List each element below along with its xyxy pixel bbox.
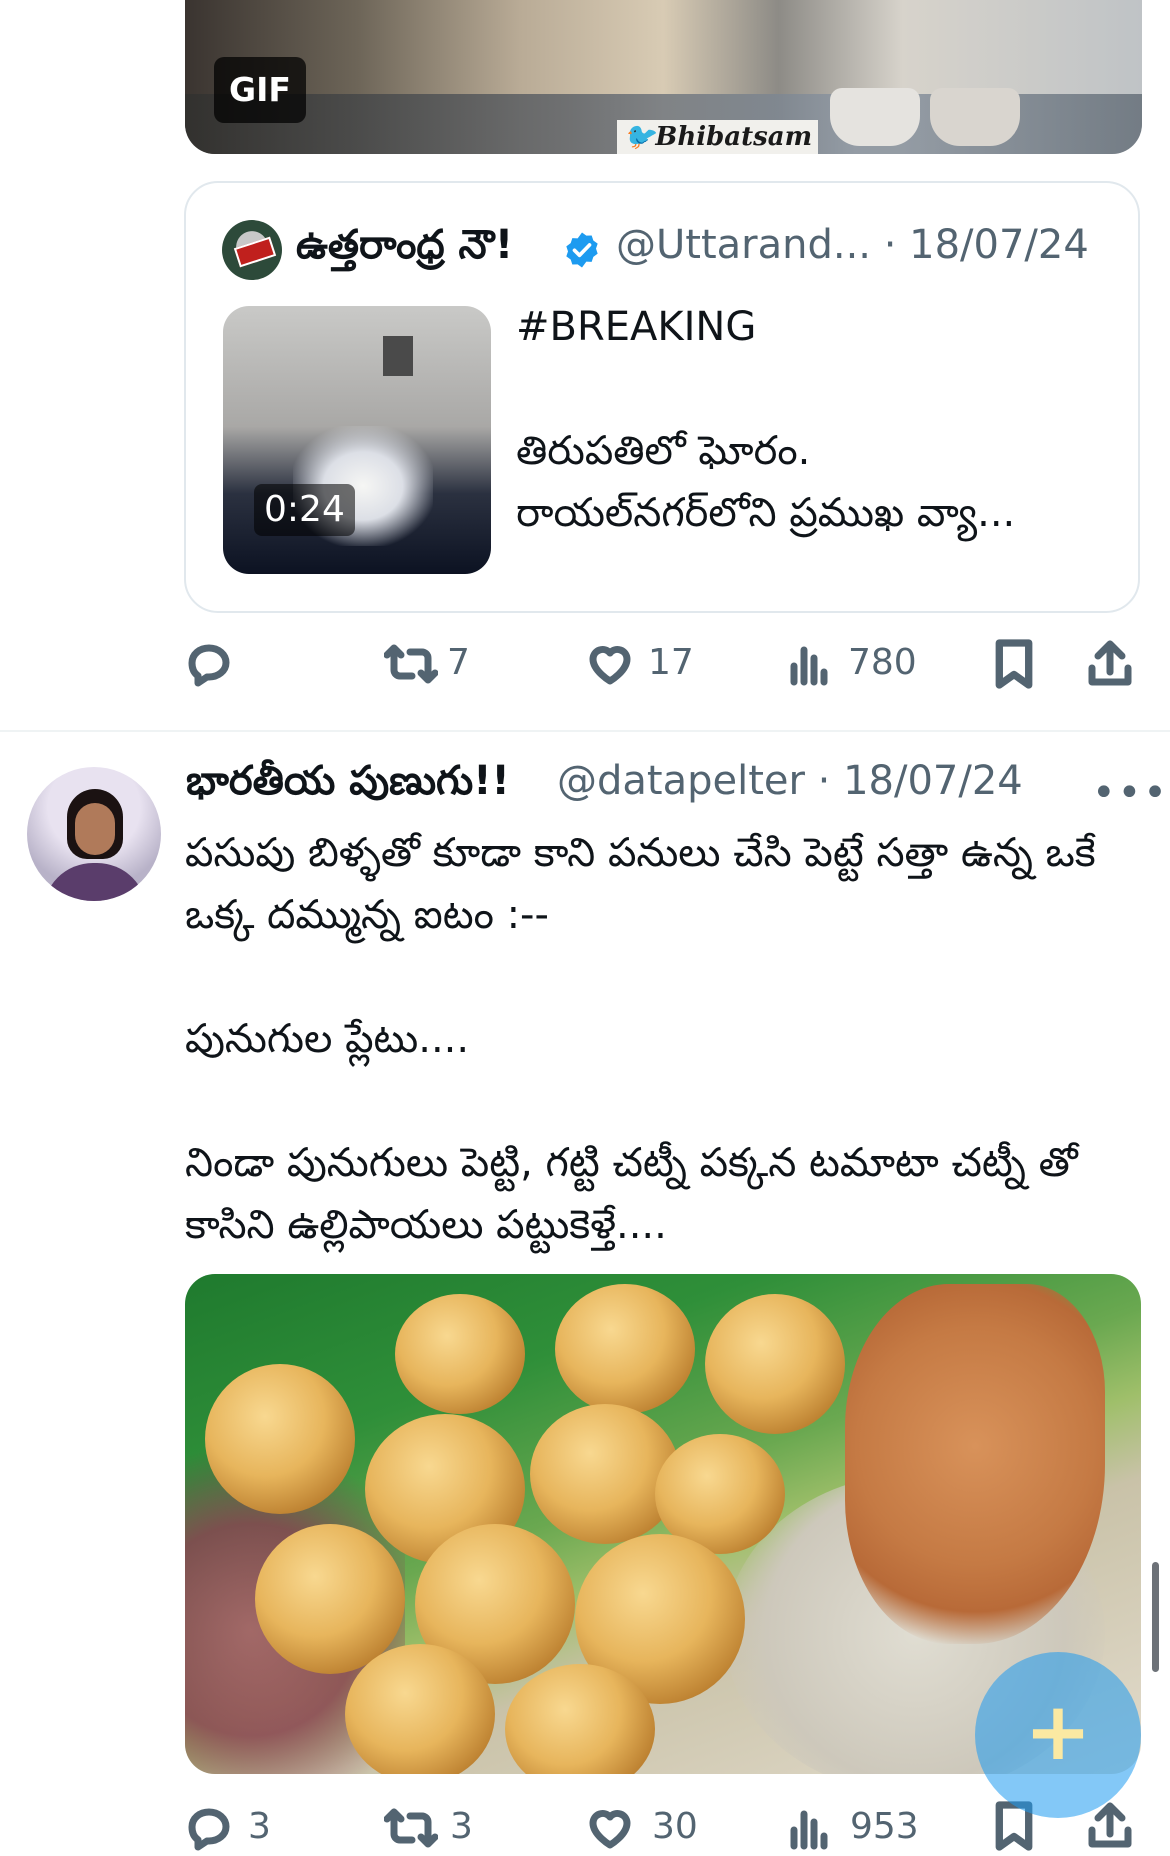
author-name[interactable]: భారతీయ పుణుగు!! <box>186 758 510 814</box>
gif-watermark-text: Bhibatsam <box>655 122 813 152</box>
like-count: 30 <box>652 1806 698 1847</box>
food-ball <box>555 1284 695 1414</box>
retweet-count: 3 <box>450 1806 473 1847</box>
avatar-logo-tag <box>233 236 277 268</box>
reply-count: 3 <box>248 1806 271 1847</box>
retweet-count: 7 <box>447 642 470 683</box>
more-icon[interactable]: ••• <box>1092 770 1169 816</box>
food-ball <box>205 1364 355 1514</box>
reply-icon[interactable] <box>185 640 233 688</box>
avatar-garment <box>43 863 147 901</box>
bookmark-icon[interactable] <box>993 638 1035 690</box>
quoted-tweet-text: #BREAKING తిరుపతిలో ఘోరం. రాయల్‌నగర్‌లోన… <box>516 304 1016 536</box>
scrollbar[interactable] <box>1152 1562 1159 1672</box>
author-handle-date[interactable]: @datapelter · 18/07/24 <box>557 758 1023 804</box>
author-avatar[interactable] <box>27 767 161 901</box>
quoted-handle-date[interactable]: @Uttarand... · 18/07/24 <box>616 222 1089 268</box>
avatar-face <box>75 803 115 855</box>
quoted-author-name[interactable]: ఉత్తరాంధ్ర నౌ! <box>296 222 513 278</box>
gif-scene-cup <box>830 88 920 146</box>
compose-icon: + <box>1024 1685 1092 1778</box>
gif-badge: GIF <box>214 57 306 123</box>
food-ball <box>255 1524 405 1674</box>
video-duration: 0:24 <box>254 484 355 536</box>
thumbnail-window <box>383 336 413 376</box>
like-icon[interactable] <box>585 1804 635 1852</box>
retweet-icon[interactable] <box>384 640 438 688</box>
twitter-bird-icon: 🐦 <box>623 122 656 152</box>
views-icon[interactable] <box>788 1804 832 1852</box>
food-powder <box>845 1284 1105 1644</box>
views-count: 780 <box>848 642 917 683</box>
gif-scene-cup <box>930 88 1020 146</box>
like-icon[interactable] <box>585 640 635 688</box>
views-count: 953 <box>850 1806 919 1847</box>
views-icon[interactable] <box>788 640 832 688</box>
food-ball <box>705 1294 845 1434</box>
verified-icon <box>566 232 598 268</box>
share-icon[interactable] <box>1086 638 1134 690</box>
retweet-icon[interactable] <box>384 1804 438 1852</box>
compose-button[interactable]: + <box>975 1652 1141 1818</box>
food-ball <box>395 1294 525 1414</box>
gif-watermark: 🐦Bhibatsam <box>617 120 819 154</box>
quoted-author-avatar[interactable] <box>222 220 282 280</box>
tweet-divider <box>0 730 1170 732</box>
tweet-text: పసుపు బిళ్ళతో కూడా కాని పనులు చేసి పెట్ట… <box>185 830 1096 1248</box>
food-ball <box>345 1644 495 1774</box>
reply-icon[interactable] <box>185 1804 233 1852</box>
like-count: 17 <box>648 642 694 683</box>
